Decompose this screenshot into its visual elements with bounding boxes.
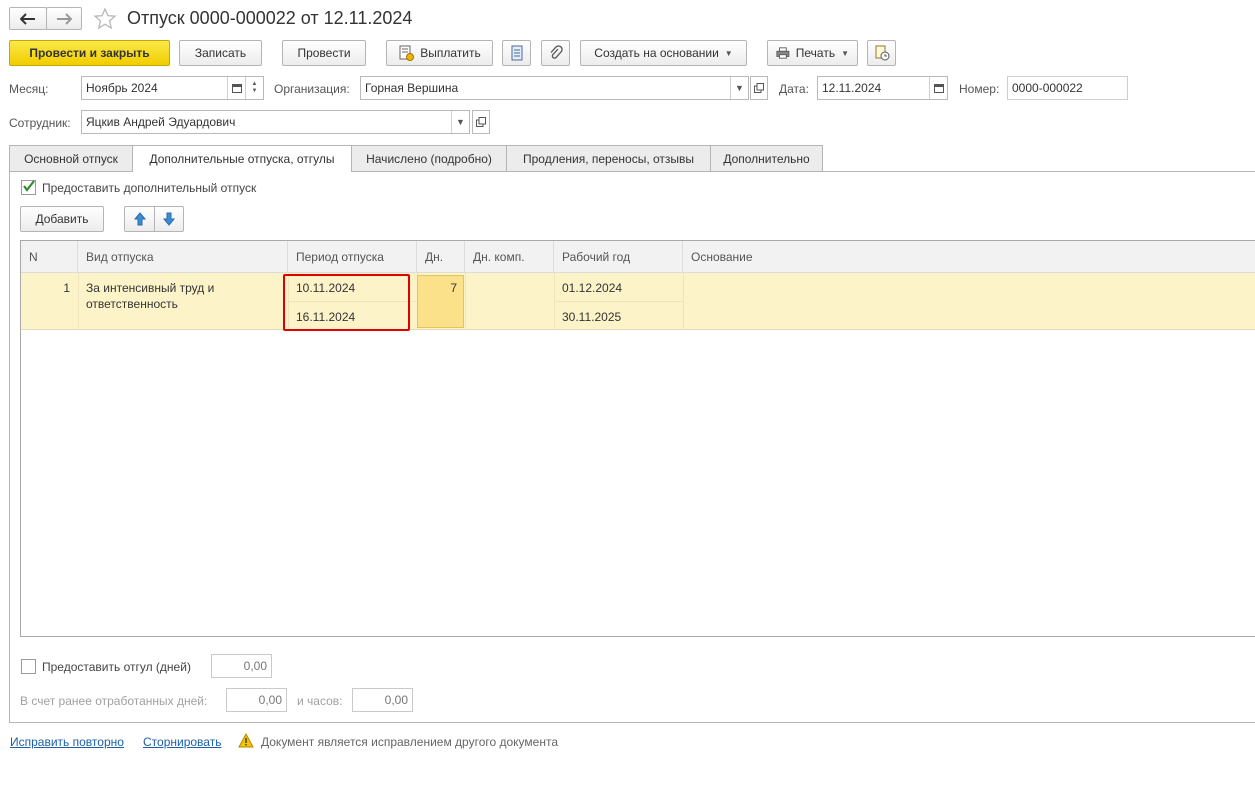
column-header-basis[interactable]: Основание bbox=[683, 241, 1255, 273]
add-button[interactable]: Добавить bbox=[20, 206, 104, 232]
calendar-icon bbox=[231, 84, 242, 93]
grant-dayoff-checkbox[interactable] bbox=[21, 659, 36, 674]
printer-icon bbox=[776, 47, 790, 59]
back-button[interactable] bbox=[9, 7, 47, 30]
cell-kind[interactable]: За интенсивный труд и ответственность bbox=[86, 280, 256, 312]
cell-divider bbox=[554, 301, 683, 302]
column-header-comp-days[interactable]: Дн. комп. bbox=[465, 241, 554, 273]
tab-additional-leaves[interactable]: Дополнительные отпуска, отгулы bbox=[132, 145, 352, 172]
chevron-down-icon: ▼ bbox=[841, 48, 849, 58]
date-label: Дата: bbox=[779, 82, 809, 96]
document-clock-icon bbox=[875, 45, 889, 61]
calendar-icon bbox=[933, 84, 944, 93]
leaves-table[interactable]: N Вид отпуска Период отпуска Дн. Дн. ком… bbox=[20, 240, 1255, 637]
open-form-icon bbox=[754, 83, 764, 93]
list-icon bbox=[511, 45, 522, 61]
post-and-close-button[interactable]: Провести и закрыть bbox=[9, 40, 170, 66]
tab-accrued-detailed[interactable]: Начислено (подробно) bbox=[351, 145, 507, 171]
list-view-button[interactable] bbox=[502, 40, 531, 66]
earlier-days-label: В счет ранее отработанных дней: bbox=[20, 694, 208, 708]
grant-dayoff-field[interactable]: 0,00 bbox=[211, 654, 272, 678]
column-header-work-year[interactable]: Рабочий год bbox=[554, 241, 683, 273]
correction-notice: Документ является исправлением другого д… bbox=[261, 735, 559, 749]
organization-value: Горная Вершина bbox=[365, 81, 459, 95]
reverse-link[interactable]: Сторнировать bbox=[143, 735, 221, 749]
column-header-days[interactable]: Дн. bbox=[417, 241, 465, 273]
cell-work-year-to[interactable]: 30.11.2025 bbox=[562, 309, 621, 325]
save-button[interactable]: Записать bbox=[179, 40, 262, 66]
column-header-period[interactable]: Период отпуска bbox=[288, 241, 417, 273]
page-title: Отпуск 0000-000022 от 12.11.2024 bbox=[127, 8, 413, 28]
chevron-down-icon: ▼ bbox=[456, 117, 465, 127]
date-calendar-button[interactable] bbox=[929, 77, 947, 99]
cell-period-from[interactable]: 10.11.2024 bbox=[296, 280, 355, 296]
employee-dropdown-button[interactable]: ▼ bbox=[451, 111, 469, 133]
grant-dayoff-label: Предоставить отгул (дней) bbox=[42, 660, 191, 674]
print-button[interactable]: Печать ▼ bbox=[767, 40, 858, 66]
arrow-down-icon bbox=[163, 212, 175, 226]
spin-up-icon[interactable]: ▲ bbox=[252, 81, 258, 88]
arrow-up-icon bbox=[133, 212, 146, 226]
tab-additional[interactable]: Дополнительно bbox=[710, 145, 823, 171]
create-based-on-button[interactable]: Создать на основании ▼ bbox=[580, 40, 747, 66]
organization-open-button[interactable] bbox=[750, 76, 768, 100]
favorite-star-icon[interactable] bbox=[93, 7, 117, 31]
table-row[interactable]: 1 За интенсивный труд и ответственность … bbox=[21, 273, 1255, 331]
tab-extensions[interactable]: Продления, переносы, отзывы bbox=[506, 145, 711, 171]
chevron-down-icon: ▼ bbox=[735, 83, 744, 93]
arrow-right-icon bbox=[57, 12, 72, 25]
column-header-n[interactable]: N bbox=[21, 241, 78, 273]
move-down-button[interactable] bbox=[154, 206, 184, 232]
grant-additional-checkbox[interactable] bbox=[21, 180, 36, 195]
hours-label: и часов: bbox=[297, 694, 343, 708]
employee-label: Сотрудник: bbox=[9, 116, 71, 130]
number-field[interactable]: 0000-000022 bbox=[1007, 76, 1128, 100]
number-label: Номер: bbox=[959, 82, 1000, 96]
employee-value: Яцкив Андрей Эдуардович bbox=[86, 115, 236, 129]
post-button[interactable]: Провести bbox=[282, 40, 366, 66]
arrow-left-icon bbox=[20, 12, 35, 25]
hours-field[interactable]: 0,00 bbox=[352, 688, 413, 712]
pay-button[interactable]: Выплатить bbox=[386, 40, 493, 66]
tab-main-leave[interactable]: Основной отпуск bbox=[9, 145, 133, 171]
fix-again-link[interactable]: Исправить повторно bbox=[10, 735, 124, 749]
cell-days[interactable]: 7 bbox=[417, 280, 457, 296]
month-field[interactable]: Ноябрь 2024 ▲ ▼ bbox=[81, 76, 264, 100]
pay-document-icon bbox=[399, 45, 415, 61]
cell-n: 1 bbox=[63, 281, 70, 295]
chevron-down-icon: ▼ bbox=[724, 48, 733, 58]
number-value: 0000-000022 bbox=[1012, 81, 1083, 95]
calendar-button[interactable] bbox=[227, 77, 245, 99]
month-value: Ноябрь 2024 bbox=[86, 81, 158, 95]
column-header-kind[interactable]: Вид отпуска bbox=[78, 241, 288, 273]
checkmark-icon bbox=[23, 180, 35, 192]
date-field[interactable]: 12.11.2024 bbox=[817, 76, 948, 100]
employee-field[interactable]: Яцкив Андрей Эдуардович ▼ bbox=[81, 110, 470, 134]
attach-file-button[interactable] bbox=[541, 40, 570, 66]
cell-divider bbox=[683, 273, 684, 330]
spin-down-icon[interactable]: ▼ bbox=[252, 88, 258, 95]
date-value: 12.11.2024 bbox=[822, 81, 882, 95]
grant-additional-label: Предоставить дополнительный отпуск bbox=[42, 181, 257, 195]
cell-divider bbox=[465, 273, 466, 330]
organization-field[interactable]: Горная Вершина ▼ bbox=[360, 76, 749, 100]
forward-button[interactable] bbox=[46, 7, 82, 30]
print-label: Печать bbox=[795, 46, 836, 60]
employee-open-button[interactable] bbox=[472, 110, 490, 134]
organization-label: Организация: bbox=[274, 82, 350, 96]
cell-period-to[interactable]: 16.11.2024 bbox=[296, 309, 355, 325]
open-form-icon bbox=[476, 117, 486, 127]
pay-button-label: Выплатить bbox=[420, 46, 481, 60]
cell-work-year-from[interactable]: 01.12.2024 bbox=[562, 280, 622, 296]
paperclip-icon bbox=[550, 45, 563, 59]
month-spinner[interactable]: ▲ ▼ bbox=[245, 77, 263, 99]
move-up-button[interactable] bbox=[124, 206, 155, 232]
report-history-button[interactable] bbox=[867, 40, 896, 66]
cell-divider bbox=[78, 273, 79, 330]
earlier-days-field[interactable]: 0,00 bbox=[226, 688, 287, 712]
warning-icon bbox=[238, 732, 254, 748]
organization-dropdown-button[interactable]: ▼ bbox=[730, 77, 748, 99]
month-label: Месяц: bbox=[9, 82, 49, 96]
create-based-on-label: Создать на основании bbox=[594, 46, 719, 60]
